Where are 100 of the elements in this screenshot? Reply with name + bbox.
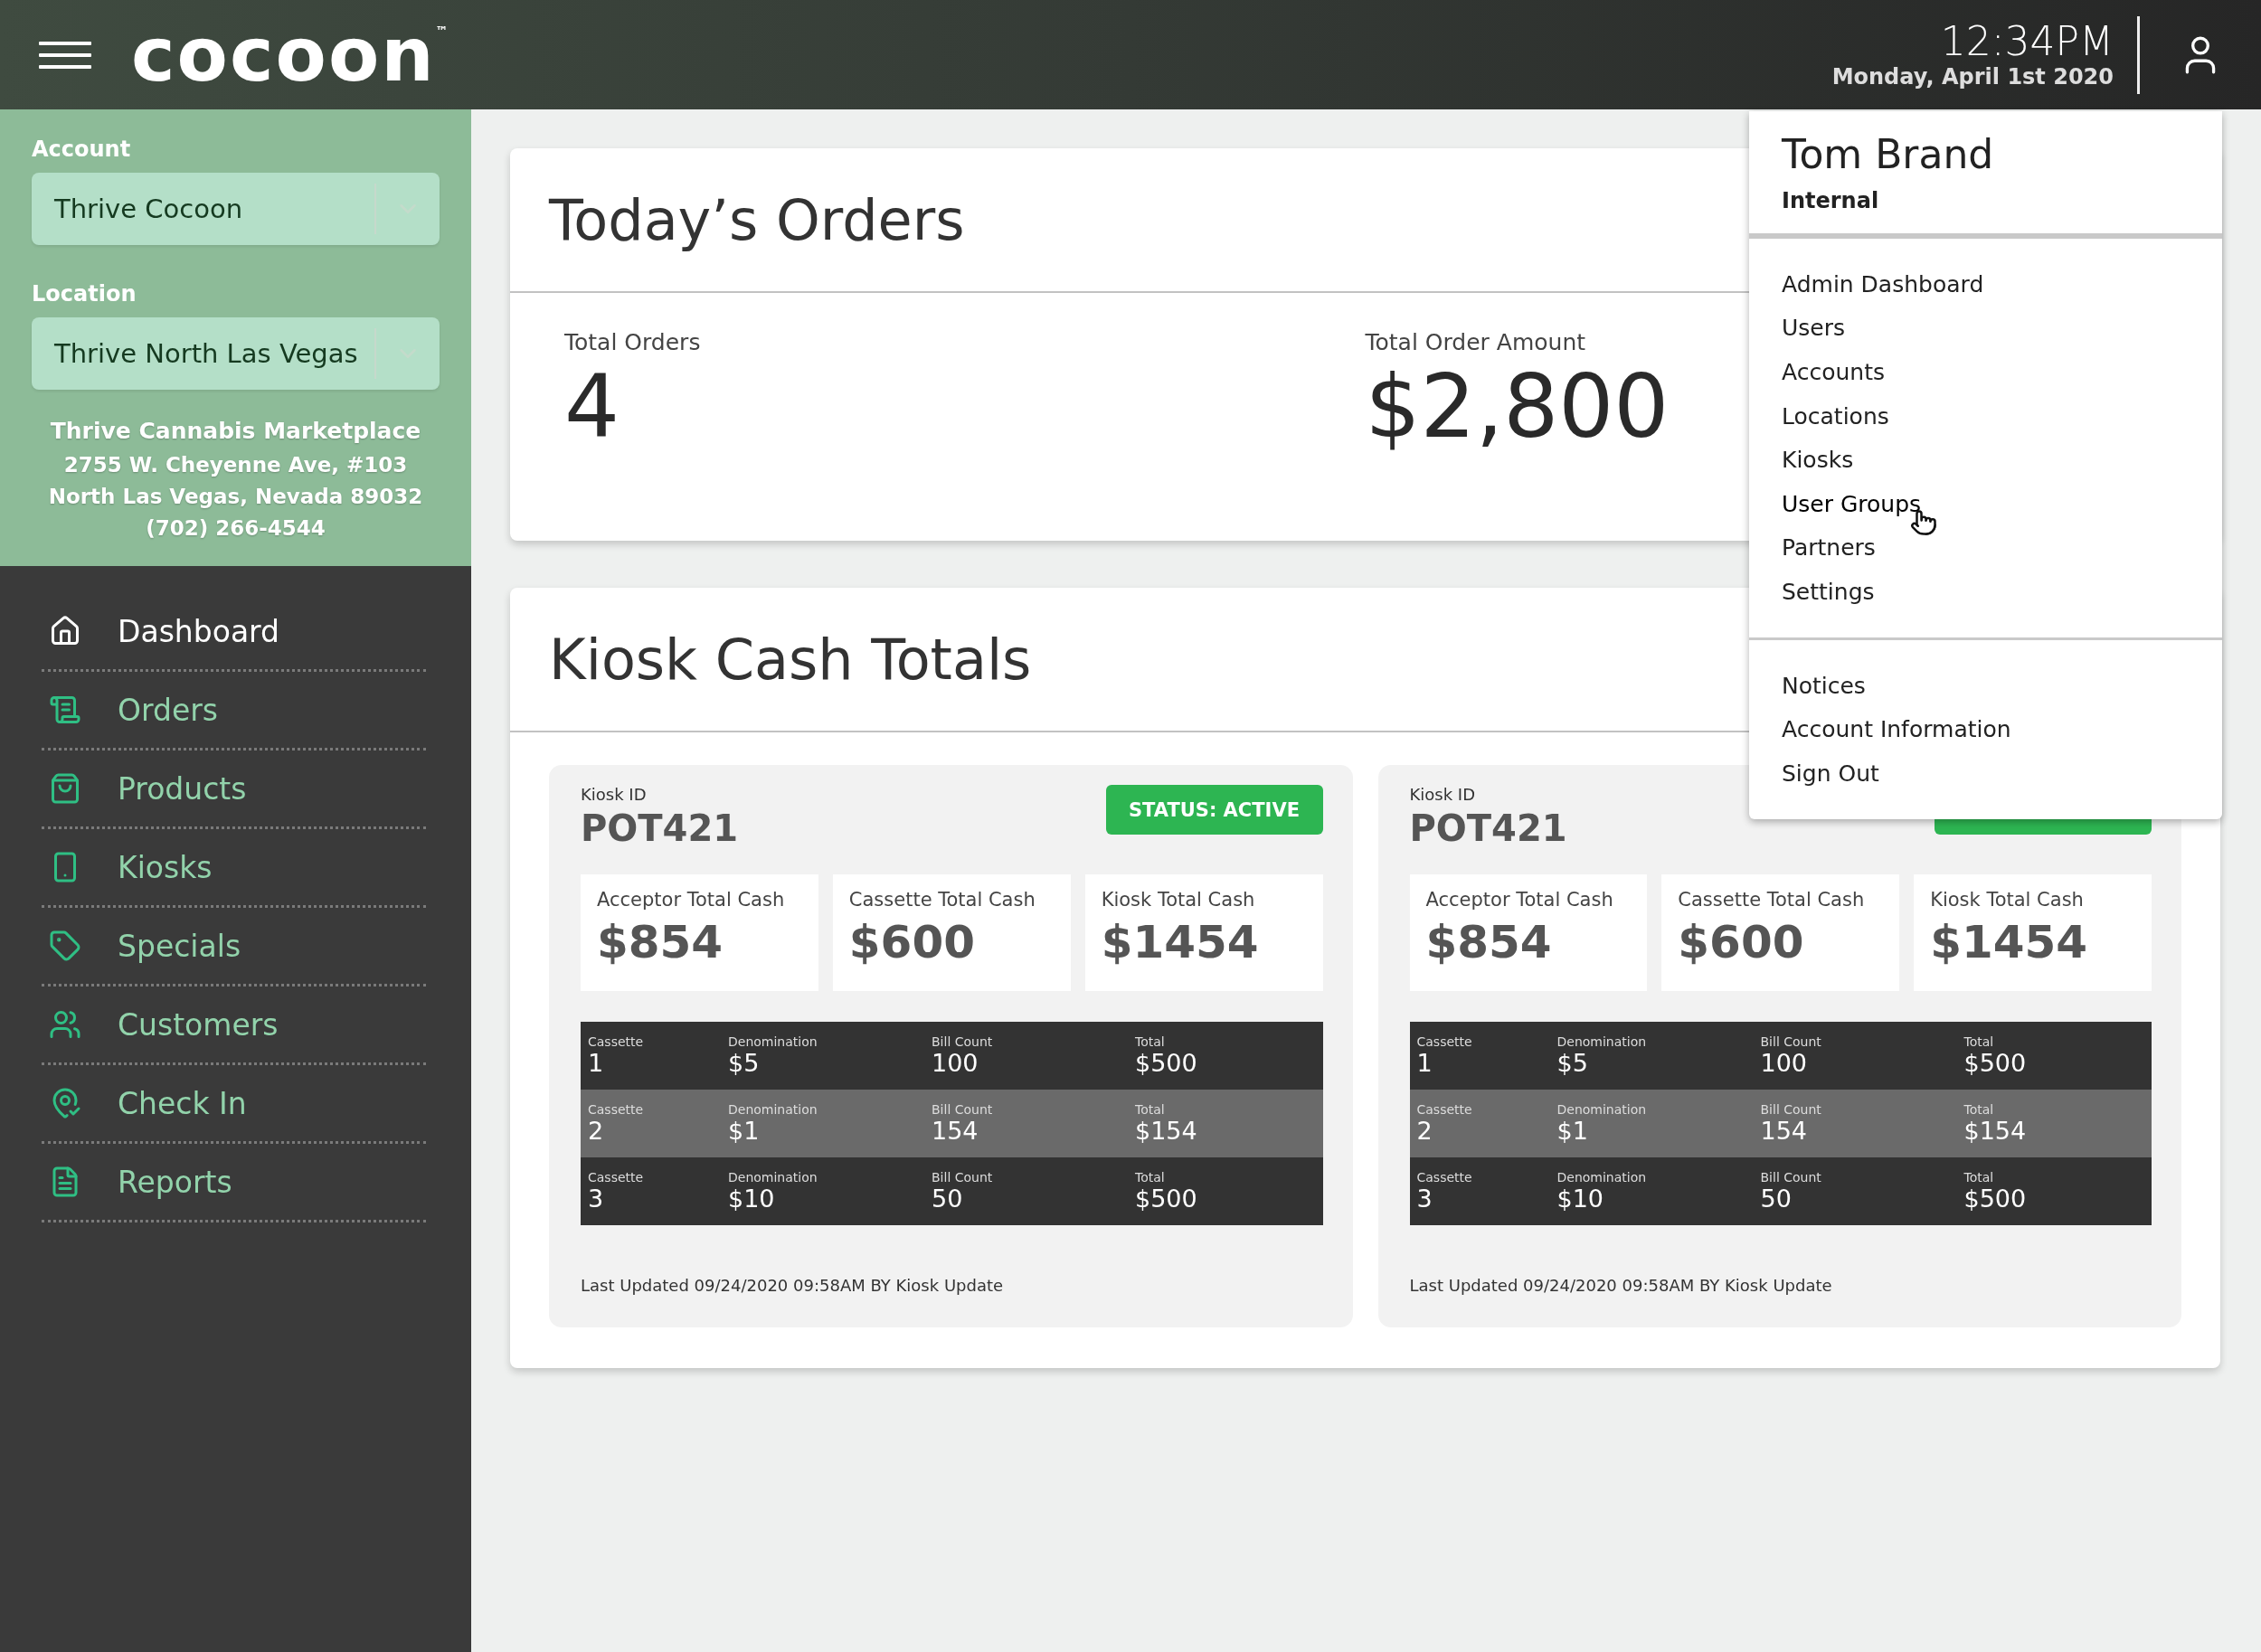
- house-icon: [49, 615, 81, 647]
- location-select[interactable]: Thrive North Las Vegas: [32, 317, 440, 390]
- total-label: Kiosk Total Cash: [1930, 889, 2085, 911]
- cell-label: Denomination: [1556, 1034, 1648, 1050]
- cell-value: 1: [588, 1049, 605, 1078]
- cassette-row[interactable]: Cassette 1 Denomination $5 Bill Count 100 Total $500: [1409, 1022, 2152, 1090]
- cell-label: Denomination: [728, 1102, 818, 1118]
- cell-value: 50: [1760, 1185, 1793, 1213]
- cell-value: $500: [1135, 1049, 1198, 1078]
- cell-label: Cassette: [588, 1170, 645, 1185]
- cell-label: Total: [1963, 1102, 1995, 1118]
- cell-label: Cassette: [1416, 1170, 1473, 1185]
- kiosk-id: POT421: [581, 807, 739, 850]
- total-value: $854: [597, 916, 724, 969]
- menu-item[interactable]: User Groups: [1782, 481, 2190, 526]
- cell-value: $10: [1556, 1185, 1605, 1213]
- cell-label: Cassette: [1416, 1102, 1473, 1118]
- cell-label: Bill Count: [1760, 1170, 1822, 1185]
- stat-label: Total Order Amount: [1365, 329, 1587, 355]
- tag-icon: [49, 930, 81, 962]
- address-line: (702) 266-4544: [145, 515, 326, 542]
- stat-label: Total Orders: [564, 329, 701, 355]
- card-title: Kiosk Cash Totals: [549, 626, 1032, 693]
- user-name: Tom Brand: [1782, 131, 1995, 177]
- nav-item[interactable]: Check In: [42, 1065, 426, 1144]
- user-role: Internal: [1782, 188, 1880, 213]
- nav-item[interactable]: Specials: [42, 908, 426, 986]
- cell-label: Cassette: [1416, 1034, 1473, 1050]
- total-value: $600: [1678, 916, 1805, 969]
- menu-item[interactable]: Account Information: [1782, 707, 2190, 751]
- cassette-row[interactable]: Cassette 3 Denomination $10 Bill Count 50 Total $500: [581, 1157, 1323, 1226]
- menu-button[interactable]: [39, 41, 91, 69]
- cell-value: $1: [728, 1117, 761, 1146]
- nav-item[interactable]: Customers: [42, 986, 426, 1065]
- account-select[interactable]: Thrive Cocoon: [32, 173, 440, 245]
- total-label: Kiosk Total Cash: [1101, 889, 1256, 911]
- cell-label: Total: [1135, 1102, 1166, 1118]
- nav-item[interactable]: Reports: [42, 1144, 426, 1222]
- menu-item[interactable]: Locations: [1782, 393, 2190, 439]
- people-icon: [49, 1008, 81, 1041]
- nav-item[interactable]: Kiosks: [42, 829, 426, 908]
- cell-value: $500: [1963, 1049, 2028, 1078]
- cell-value: 100: [1760, 1049, 1809, 1078]
- cassette-row[interactable]: Cassette 1 Denomination $5 Bill Count 100 Total $500: [581, 1022, 1323, 1090]
- cell-value: 2: [1416, 1117, 1433, 1146]
- cell-label: Bill Count: [1760, 1102, 1822, 1118]
- stat-value: $2,800: [1365, 355, 1670, 459]
- cell-value: 1: [1416, 1049, 1433, 1078]
- status-badge: STATUS: ACTIVE: [1105, 785, 1323, 835]
- menu-item[interactable]: Partners: [1782, 525, 2190, 571]
- cell-value: 3: [588, 1185, 605, 1213]
- cassette-row[interactable]: Cassette 2 Denomination $1 Bill Count 154 Total $154: [1409, 1090, 2152, 1158]
- address-line: North Las Vegas, Nevada 89032: [47, 484, 424, 510]
- cell-label: Denomination: [728, 1170, 818, 1185]
- menu-item[interactable]: Admin Dashboard: [1782, 262, 2190, 307]
- cell-label: Cassette: [588, 1034, 645, 1050]
- menu-item[interactable]: Settings: [1782, 570, 2190, 614]
- kiosk-id-label: Kiosk ID: [1409, 785, 1476, 805]
- cell-label: Denomination: [728, 1034, 818, 1050]
- kiosk-id-label: Kiosk ID: [581, 785, 648, 805]
- nav-item[interactable]: Orders: [42, 672, 426, 750]
- total-value: $1454: [1101, 916, 1260, 969]
- cell-label: Total: [1963, 1034, 1995, 1050]
- menu-item[interactable]: Notices: [1782, 663, 2190, 708]
- total-value: $600: [848, 916, 976, 969]
- clock-time: 12:34PM: [1940, 20, 2114, 64]
- total-label: Cassette Total Cash: [848, 889, 1036, 911]
- nav-item[interactable]: Dashboard: [42, 593, 426, 672]
- nav-item[interactable]: Products: [42, 750, 426, 829]
- menu-item[interactable]: Kiosks: [1782, 438, 2190, 482]
- total-label: Acceptor Total Cash: [1425, 889, 1614, 911]
- cassette-row[interactable]: Cassette 2 Denomination $1 Bill Count 154 Total $154: [581, 1090, 1323, 1158]
- cell-label: Denomination: [1556, 1170, 1648, 1185]
- cell-value: 50: [932, 1185, 964, 1213]
- card-title: Today’s Orders: [549, 186, 965, 253]
- cell-value: $154: [1963, 1117, 2028, 1146]
- cell-value: 154: [932, 1117, 979, 1146]
- stat-value: 4: [564, 355, 621, 459]
- cell-value: 2: [588, 1117, 605, 1146]
- menu-item[interactable]: Users: [1782, 306, 2190, 351]
- clock-date: Monday, April 1st 2020: [1831, 63, 2114, 90]
- cell-value: $10: [728, 1185, 776, 1213]
- cell-label: Total: [1963, 1170, 1995, 1185]
- cell-value: $500: [1135, 1185, 1198, 1213]
- menu-item[interactable]: Accounts: [1782, 350, 2190, 394]
- cell-value: $1: [1556, 1117, 1589, 1146]
- cell-label: Total: [1135, 1034, 1166, 1050]
- store-name: Thrive Cannabis Marketplace: [49, 417, 422, 446]
- cassette-row[interactable]: Cassette 3 Denomination $10 Bill Count 50 Total $500: [1409, 1157, 2152, 1226]
- cell-value: 3: [1416, 1185, 1433, 1213]
- cell-value: 154: [1760, 1117, 1809, 1146]
- cell-label: Bill Count: [932, 1170, 994, 1185]
- logo: cocoon™: [131, 17, 449, 92]
- cell-value: $500: [1963, 1185, 2028, 1213]
- cell-value: $5: [1556, 1049, 1589, 1078]
- cell-label: Denomination: [1556, 1102, 1648, 1118]
- menu-item[interactable]: Sign Out: [1782, 750, 2190, 796]
- cell-label: Bill Count: [1760, 1034, 1822, 1050]
- total-label: Cassette Total Cash: [1678, 889, 1866, 911]
- last-updated: Last Updated 09/24/2020 09:58AM BY Kiosk Update: [581, 1276, 1005, 1296]
